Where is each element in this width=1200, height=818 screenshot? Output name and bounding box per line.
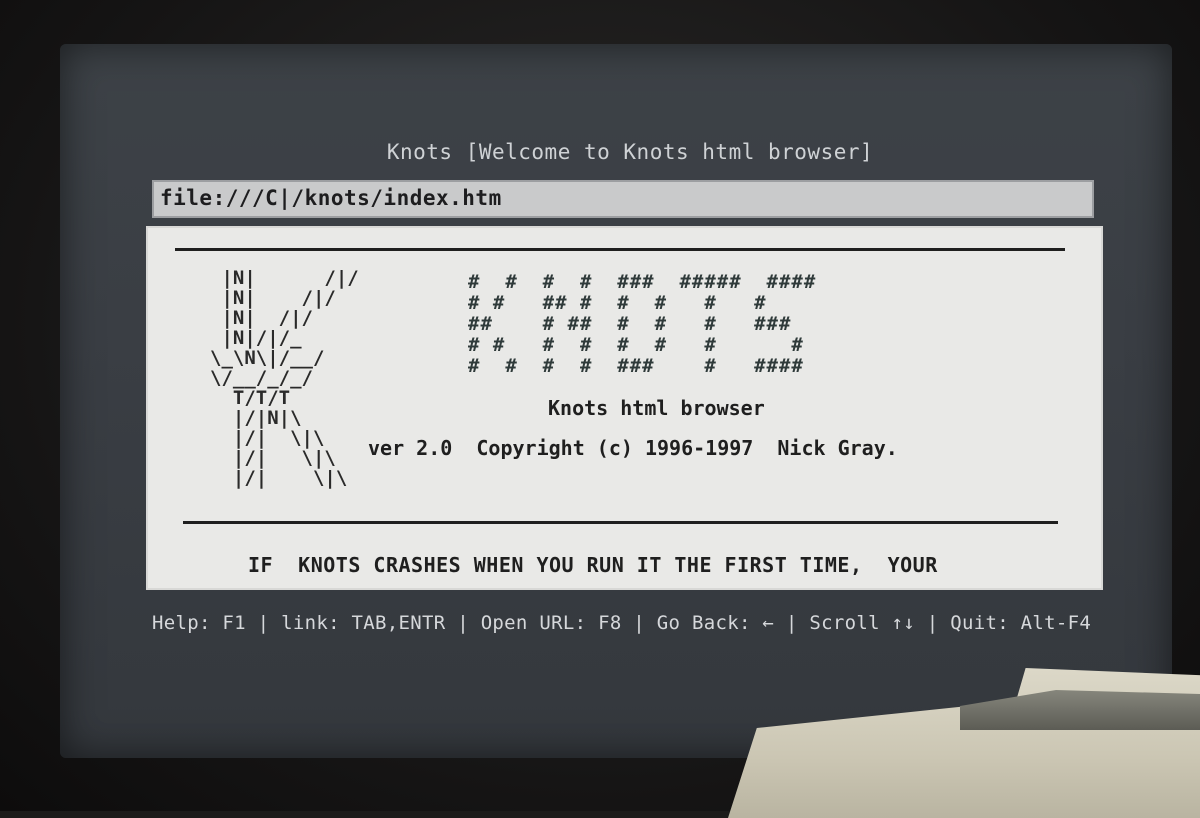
url-input[interactable]: file:///C|/knots/index.htm	[160, 186, 502, 210]
horizontal-rule-top	[175, 248, 1065, 251]
ascii-k-logo: |N| /|/ |N| /|/ |N| /|/ |N|/|/_ \_\N\|/_…	[210, 267, 359, 489]
url-bar[interactable]: file:///C|/knots/index.htm	[152, 180, 1094, 218]
copyright-line: ver 2.0 Copyright (c) 1996-1997 Nick Gra…	[368, 436, 898, 460]
window-title: Knots [Welcome to Knots html browser]	[386, 140, 874, 164]
status-bar: Help: F1 | link: TAB,ENTR | Open URL: F8…	[152, 612, 1092, 634]
ascii-knots-logo: # # # # ### ##### #### # # ## # # # # # …	[468, 271, 817, 377]
page-subtitle: Knots html browser	[548, 396, 765, 420]
crash-notice: IF KNOTS CRASHES WHEN YOU RUN IT THE FIR…	[248, 553, 938, 577]
horizontal-rule-bottom	[183, 521, 1058, 524]
page-content: |N| /|/ |N| /|/ |N| /|/ |N|/|/_ \_\N\|/_…	[146, 226, 1103, 590]
